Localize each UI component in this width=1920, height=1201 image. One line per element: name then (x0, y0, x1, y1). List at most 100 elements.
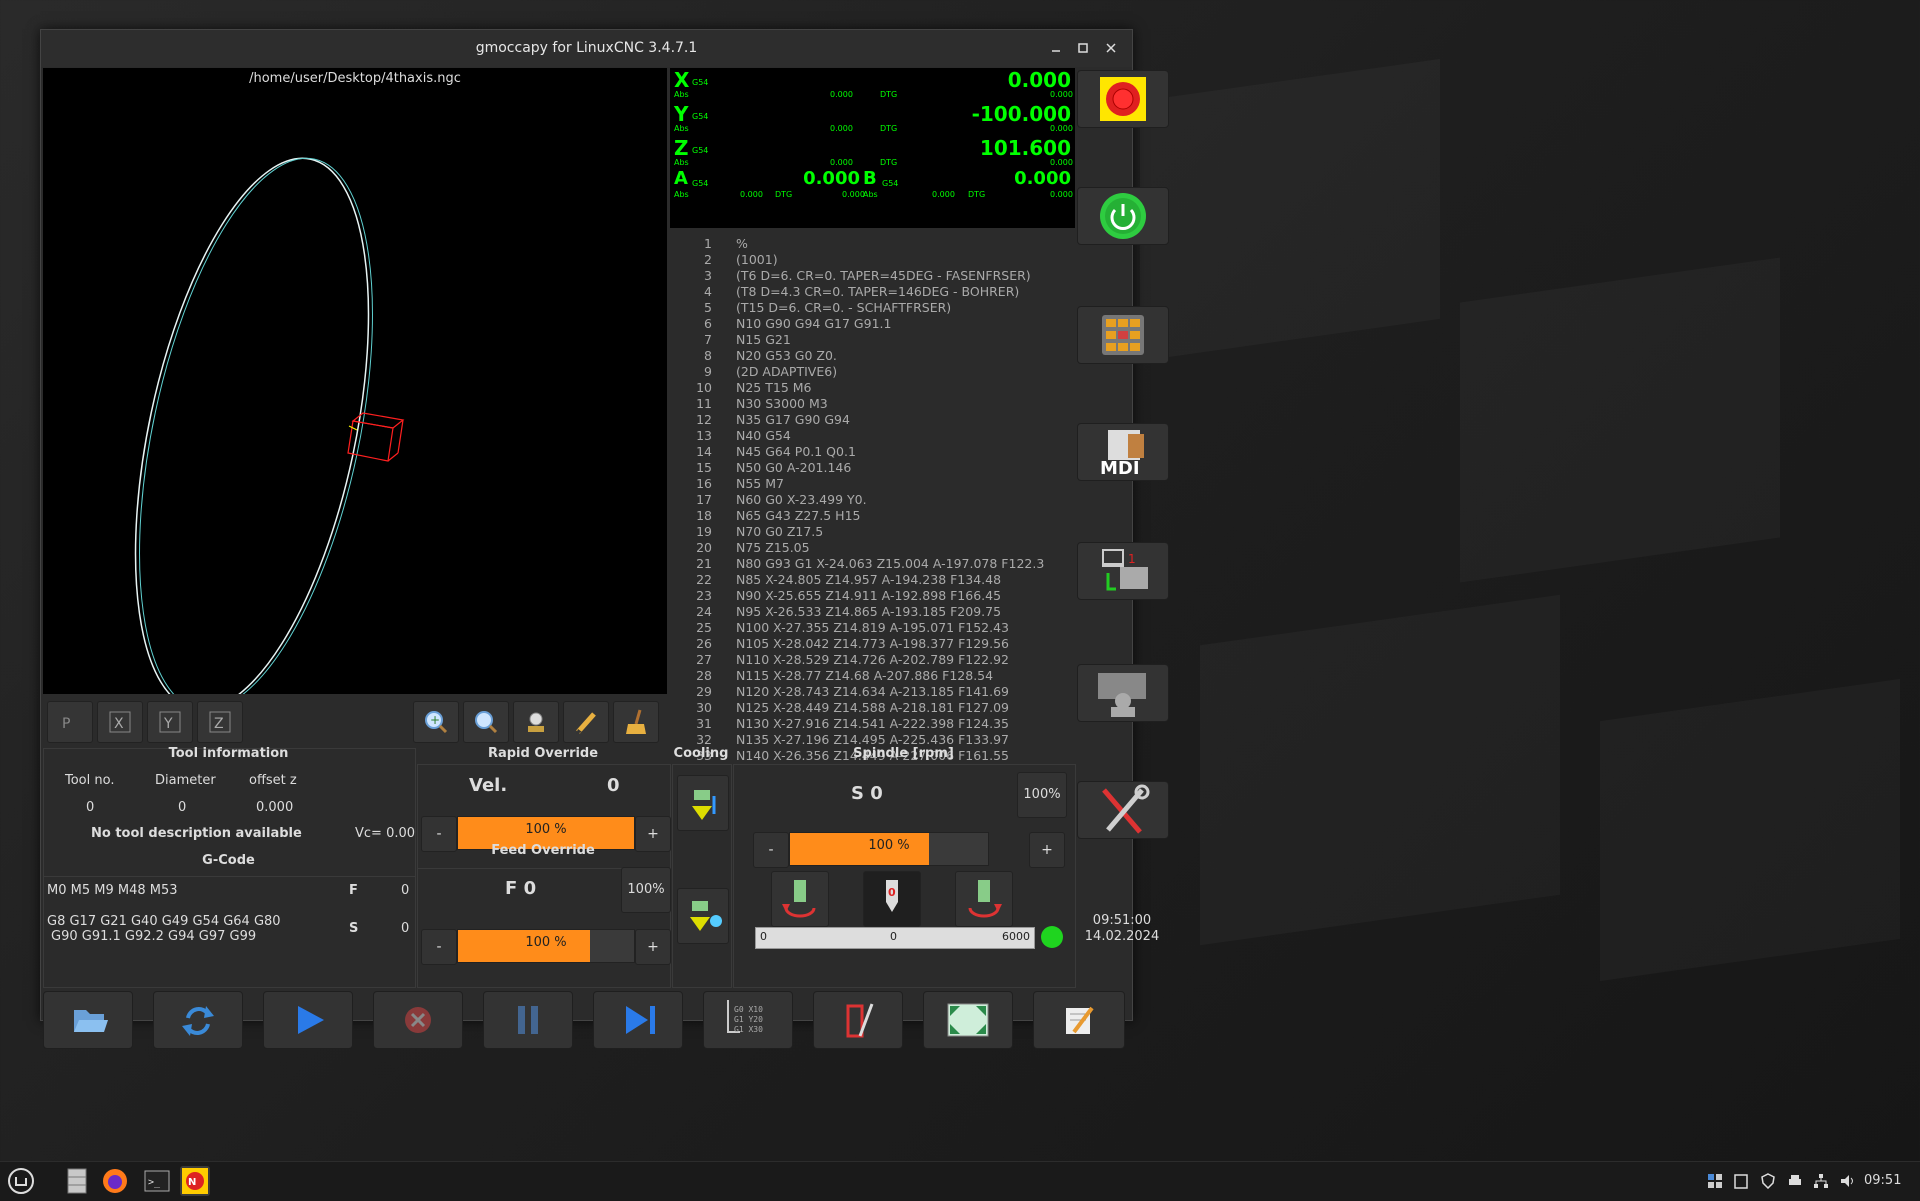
printer-icon[interactable] (1787, 1173, 1803, 1189)
dro-a-value[interactable]: 0.000 (770, 168, 860, 189)
clipboard-icon[interactable] (1733, 1173, 1749, 1189)
gcode-line[interactable]: 31 N130 X-27.916 Z14.541 A-222.398 F124.3… (670, 716, 1075, 732)
open-file-button[interactable] (43, 991, 133, 1049)
gcode-line[interactable]: 12 N35 G17 G90 G94 (670, 412, 1075, 428)
zoom-out-button[interactable] (463, 701, 509, 743)
flood-button[interactable] (677, 775, 729, 831)
minimize-button[interactable] (1046, 38, 1066, 58)
feed-plus-button[interactable]: + (635, 929, 671, 965)
toolpath-preview[interactable]: /home/user/Desktop/4thaxis.ngc (43, 68, 667, 694)
pause-button[interactable] (483, 991, 573, 1049)
volume-icon[interactable] (1839, 1173, 1855, 1189)
spindle-override-slider[interactable]: 100 % (789, 832, 989, 866)
gcode-line[interactable]: 16 N55 M7 (670, 476, 1075, 492)
gcode-line[interactable]: 2 (1001) (670, 252, 1075, 268)
stop-button[interactable] (373, 991, 463, 1049)
spindle-ccw-button[interactable] (771, 871, 829, 927)
dro-z-value[interactable]: 101.600 (980, 136, 1071, 160)
gcode-line[interactable]: 28 N115 X-28.77 Z14.68 A-207.886 F128.54 (670, 668, 1075, 684)
gcode-line[interactable]: 19 N70 G0 Z17.5 (670, 524, 1075, 540)
user-tabs-button[interactable] (1077, 664, 1169, 722)
gcode-line[interactable]: 3 (T6 D=6. CR=0. TAPER=45DEG - FASENFRSER… (670, 268, 1075, 284)
gcode-line[interactable]: 29 N120 X-28.743 Z14.634 A-213.185 F141.6… (670, 684, 1075, 700)
gcode-line[interactable]: 9 (2D ADAPTIVE6) (670, 364, 1075, 380)
view-p-button[interactable]: P (47, 701, 93, 743)
shield-icon[interactable] (1760, 1173, 1776, 1190)
spindle-cw-button[interactable] (955, 871, 1013, 927)
gcode-line[interactable]: 22 N85 X-24.805 Z14.957 A-194.238 F134.48 (670, 572, 1075, 588)
gcode-line[interactable]: 5 (T15 D=6. CR=0. - SCHAFTFRSER) (670, 300, 1075, 316)
gcode-line[interactable]: 27 N110 X-28.529 Z14.726 A-202.789 F122.9… (670, 652, 1075, 668)
mdi-mode-button[interactable]: MDI (1077, 423, 1169, 481)
manual-mode-button[interactable] (1077, 306, 1169, 364)
maximize-button[interactable] (1073, 38, 1093, 58)
fullscreen-button[interactable] (923, 991, 1013, 1049)
gmoccapy-window: gmoccapy for LinuxCNC 3.4.7.1 /home/user… (40, 29, 1169, 1049)
tool-change-button[interactable] (813, 991, 903, 1049)
gcode-line[interactable]: 20 N75 Z15.05 (670, 540, 1075, 556)
spindle-minus-button[interactable]: - (753, 832, 789, 868)
run-button[interactable] (263, 991, 353, 1049)
feed-minus-button[interactable]: - (421, 929, 457, 965)
gcode-line-number: 22 (696, 572, 712, 587)
terminal-launcher[interactable]: >_ (142, 1166, 172, 1196)
gcode-line[interactable]: 10 N25 T15 M6 (670, 380, 1075, 396)
menu-button[interactable] (6, 1166, 36, 1196)
files-launcher[interactable] (62, 1166, 92, 1196)
gcode-line[interactable]: 15 N50 G0 A-201.146 (670, 460, 1075, 476)
feed-reset-button[interactable]: 100% (621, 867, 671, 913)
spindle-bar-min: 0 (760, 930, 767, 943)
close-button[interactable] (1101, 38, 1121, 58)
title-bar[interactable]: gmoccapy for LinuxCNC 3.4.7.1 (41, 30, 1132, 67)
taskbar-clock[interactable]: 09:51 (1864, 1173, 1901, 1188)
run-from-line-button[interactable]: G0 X10 G1 Y20 G1 X30 (703, 991, 793, 1049)
gcode-line[interactable]: 8 N20 G53 G0 Z0. (670, 348, 1075, 364)
firefox-launcher[interactable] (100, 1166, 130, 1196)
feed-override-slider[interactable]: 100 % (457, 929, 635, 963)
workspace-icon[interactable] (1707, 1173, 1723, 1189)
gcode-line[interactable]: 21 N80 G93 G1 X-24.063 Z15.004 A-197.078 … (670, 556, 1075, 572)
spindle-reset-button[interactable]: 100% (1017, 772, 1067, 818)
view-y-button[interactable]: Y (147, 701, 193, 743)
settings-button[interactable] (1077, 781, 1169, 839)
gcode-line[interactable]: 24 N95 X-26.533 Z14.865 A-193.185 F209.75 (670, 604, 1075, 620)
network-icon[interactable] (1813, 1173, 1829, 1189)
edit-button[interactable] (1033, 991, 1125, 1049)
reload-button[interactable] (153, 991, 243, 1049)
view-z-button[interactable]: Z (197, 701, 243, 743)
dro-x-value[interactable]: 0.000 (1008, 68, 1071, 92)
linuxcnc-task[interactable]: N (180, 1166, 210, 1196)
gcode-line[interactable]: 30 N125 X-28.449 Z14.588 A-218.181 F127.0… (670, 700, 1075, 716)
s-value: 0 (401, 921, 410, 936)
gcode-view[interactable]: 1% 2 (1001) 3 (T6 D=6. CR=0. TAPER=45DEG - F… (670, 230, 1075, 776)
power-button[interactable] (1077, 187, 1169, 245)
gcode-line[interactable]: 17 N60 G0 X-23.499 Y0. (670, 492, 1075, 508)
gcode-line[interactable]: 13 N40 G54 (670, 428, 1075, 444)
dro-b-value[interactable]: 0.000 (1014, 168, 1071, 189)
gcode-line[interactable]: 18 N65 G43 Z27.5 H15 (670, 508, 1075, 524)
spindle-stop-button[interactable]: 0 (863, 871, 921, 927)
gcode-line[interactable]: 1% (670, 236, 1075, 252)
mist-button[interactable] (677, 888, 729, 944)
clear-path-button[interactable] (613, 701, 659, 743)
gcode-line[interactable]: 14 N45 G64 P0.1 Q0.1 (670, 444, 1075, 460)
dro-y-value[interactable]: -100.000 (972, 102, 1071, 126)
spindle-plus-button[interactable]: + (1029, 832, 1065, 868)
gcode-line[interactable]: 26 N105 X-28.042 Z14.773 A-198.377 F129.5… (670, 636, 1075, 652)
gcode-line[interactable]: 23 N90 X-25.655 Z14.911 A-192.898 F166.45 (670, 588, 1075, 604)
zoom-in-button[interactable]: + (413, 701, 459, 743)
step-button[interactable] (593, 991, 683, 1049)
estop-button[interactable] (1077, 70, 1169, 128)
gcode-line[interactable]: 6 N10 G90 G94 G17 G91.1 (670, 316, 1075, 332)
gcode-line[interactable]: 7 N15 G21 (670, 332, 1075, 348)
gcode-line-code: N110 X-28.529 Z14.726 A-202.789 F122.92 (736, 652, 1009, 667)
maximize-icon (1078, 43, 1088, 53)
view-x-button[interactable]: X (97, 701, 143, 743)
zoom-fit-button[interactable] (513, 701, 559, 743)
auto-mode-button[interactable]: 1 (1077, 542, 1169, 600)
show-path-button[interactable] (563, 701, 609, 743)
gcode-line[interactable]: 25 N100 X-27.355 Z14.819 A-195.071 F152.4… (670, 620, 1075, 636)
gcode-line[interactable]: 11 N30 S3000 M3 (670, 396, 1075, 412)
broom-icon (626, 709, 646, 734)
gcode-line[interactable]: 4 (T8 D=4.3 CR=0. TAPER=146DEG - BOHRER) (670, 284, 1075, 300)
